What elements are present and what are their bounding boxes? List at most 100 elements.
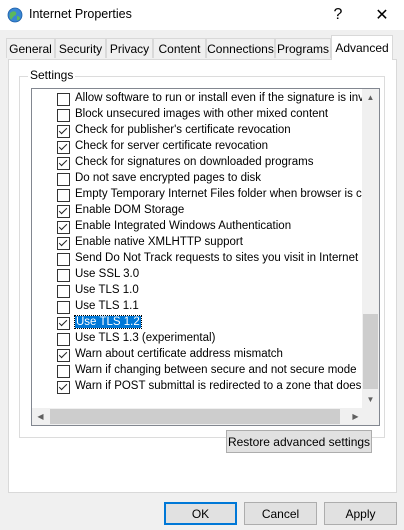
setting-checkbox[interactable]: [57, 125, 70, 138]
title-bar: Internet Properties ? ✕: [0, 0, 404, 30]
settings-list-item[interactable]: Empty Temporary Internet Files folder wh…: [32, 187, 365, 203]
settings-rows: Allow software to run or install even if…: [32, 91, 365, 395]
setting-label: Check for server certificate revocation: [75, 140, 365, 152]
scroll-down-arrow-icon[interactable]: ▼: [362, 391, 379, 408]
ok-button[interactable]: OK: [164, 502, 237, 525]
settings-list-item[interactable]: Check for server certificate revocation: [32, 139, 365, 155]
help-button[interactable]: ?: [316, 0, 360, 30]
setting-label: Allow software to run or install even if…: [75, 92, 365, 104]
setting-label: Block unsecured images with other mixed …: [75, 108, 365, 120]
setting-label-text: Use TLS 1.2: [74, 315, 142, 329]
settings-list-item[interactable]: Send Do Not Track requests to sites you …: [32, 251, 365, 267]
setting-label-text: Empty Temporary Internet Files folder wh…: [75, 188, 365, 200]
settings-list-item[interactable]: Block unsecured images with other mixed …: [32, 107, 365, 123]
setting-label-text: Use SSL 3.0: [75, 268, 140, 280]
settings-list-item[interactable]: Check for signatures on downloaded progr…: [32, 155, 365, 171]
setting-label-text: Use TLS 1.3 (experimental): [75, 332, 216, 344]
setting-label: Empty Temporary Internet Files folder wh…: [75, 188, 365, 200]
setting-label-text: Allow software to run or install even if…: [75, 92, 365, 104]
setting-checkbox[interactable]: [57, 189, 70, 202]
setting-label: Check for publisher's certificate revoca…: [75, 124, 365, 136]
setting-checkbox[interactable]: [57, 349, 70, 362]
setting-label: Use SSL 3.0: [75, 268, 365, 280]
setting-label: Use TLS 1.1: [75, 300, 365, 312]
scroll-up-arrow-icon[interactable]: ▲: [362, 89, 379, 106]
settings-list-item[interactable]: Enable Integrated Windows Authentication: [32, 219, 365, 235]
scroll-left-arrow-icon[interactable]: ◀: [32, 408, 49, 425]
setting-label: Use TLS 1.2: [74, 315, 142, 329]
setting-checkbox[interactable]: [57, 173, 70, 186]
setting-checkbox[interactable]: [57, 269, 70, 282]
settings-list-item[interactable]: Enable DOM Storage: [32, 203, 365, 219]
setting-label-text: Do not save encrypted pages to disk: [75, 172, 262, 184]
setting-checkbox[interactable]: [57, 317, 70, 330]
setting-checkbox[interactable]: [57, 109, 70, 122]
apply-button[interactable]: Apply: [324, 502, 397, 525]
setting-label: Enable native XMLHTTP support: [75, 236, 365, 248]
setting-checkbox[interactable]: [57, 365, 70, 378]
setting-checkbox[interactable]: [57, 381, 70, 394]
settings-list-item[interactable]: Warn if POST submittal is redirected to …: [32, 379, 365, 395]
restore-advanced-settings-button[interactable]: Restore advanced settings: [226, 430, 372, 453]
setting-label: Check for signatures on downloaded progr…: [75, 156, 365, 168]
setting-checkbox[interactable]: [57, 285, 70, 298]
horizontal-scrollbar[interactable]: ◀ ▶: [32, 408, 364, 425]
tab-general[interactable]: General: [6, 38, 55, 58]
window-title: Internet Properties: [29, 7, 132, 21]
setting-checkbox[interactable]: [57, 301, 70, 314]
setting-label: Warn about certificate address mismatch: [75, 348, 365, 360]
setting-checkbox[interactable]: [57, 157, 70, 170]
cancel-button[interactable]: Cancel: [244, 502, 317, 525]
setting-label-text: Warn about certificate address mismatch: [75, 348, 283, 360]
setting-checkbox[interactable]: [57, 221, 70, 234]
setting-label-text: Enable native XMLHTTP support: [75, 236, 243, 248]
setting-label-text: Warn if POST submittal is redirected to …: [75, 380, 365, 392]
setting-label-text: Use TLS 1.1: [75, 300, 139, 312]
setting-checkbox[interactable]: [57, 333, 70, 346]
setting-checkbox[interactable]: [57, 237, 70, 250]
settings-list-item[interactable]: Allow software to run or install even if…: [32, 91, 365, 107]
settings-list-item[interactable]: Warn about certificate address mismatch: [32, 347, 365, 363]
vertical-scroll-thumb[interactable]: [363, 314, 378, 389]
setting-checkbox[interactable]: [57, 141, 70, 154]
settings-list-item[interactable]: Enable native XMLHTTP support: [32, 235, 365, 251]
tab-security[interactable]: Security: [55, 38, 106, 58]
settings-list[interactable]: Allow software to run or install even if…: [31, 88, 380, 426]
settings-list-item[interactable]: Use TLS 1.2: [32, 315, 365, 331]
tab-content[interactable]: Content: [153, 38, 206, 58]
setting-label-text: Use TLS 1.0: [75, 284, 139, 296]
setting-label: Warn if POST submittal is redirected to …: [75, 380, 365, 392]
setting-label-text: Enable DOM Storage: [75, 204, 185, 216]
settings-list-item[interactable]: Use TLS 1.1: [32, 299, 365, 315]
tab-strip: General Security Privacy Content Connect…: [0, 30, 404, 60]
settings-list-item[interactable]: Check for publisher's certificate revoca…: [32, 123, 365, 139]
setting-label-text: Block unsecured images with other mixed …: [75, 108, 329, 120]
setting-label-text: Warn if changing between secure and not …: [75, 364, 357, 376]
settings-list-item[interactable]: Do not save encrypted pages to disk: [32, 171, 365, 187]
close-button[interactable]: ✕: [360, 0, 404, 30]
settings-list-item[interactable]: Use TLS 1.0: [32, 283, 365, 299]
setting-label: Use TLS 1.0: [75, 284, 365, 296]
tab-advanced[interactable]: Advanced: [331, 35, 393, 60]
tab-privacy[interactable]: Privacy: [106, 38, 153, 58]
vertical-scrollbar[interactable]: ▲ ▼: [362, 89, 379, 408]
setting-label: Do not save encrypted pages to disk: [75, 172, 365, 184]
setting-checkbox[interactable]: [57, 253, 70, 266]
setting-label: Warn if changing between secure and not …: [75, 364, 365, 376]
horizontal-scroll-thumb[interactable]: [50, 409, 340, 424]
setting-checkbox[interactable]: [57, 93, 70, 106]
setting-label: Use TLS 1.3 (experimental): [75, 332, 365, 344]
settings-group-label: Settings: [28, 68, 76, 82]
setting-label: Enable DOM Storage: [75, 204, 365, 216]
setting-label-text: Enable Integrated Windows Authentication: [75, 220, 292, 232]
setting-checkbox[interactable]: [57, 205, 70, 218]
settings-list-item[interactable]: Use TLS 1.3 (experimental): [32, 331, 365, 347]
settings-list-item[interactable]: Use SSL 3.0: [32, 267, 365, 283]
tab-programs[interactable]: Programs: [275, 38, 331, 58]
settings-list-item[interactable]: Warn if changing between secure and not …: [32, 363, 365, 379]
setting-label-text: Check for signatures on downloaded progr…: [75, 156, 314, 168]
scrollbar-corner: [362, 408, 379, 425]
setting-label-text: Check for server certificate revocation: [75, 140, 269, 152]
setting-label-text: Check for publisher's certificate revoca…: [75, 124, 291, 136]
tab-connections[interactable]: Connections: [206, 38, 275, 58]
